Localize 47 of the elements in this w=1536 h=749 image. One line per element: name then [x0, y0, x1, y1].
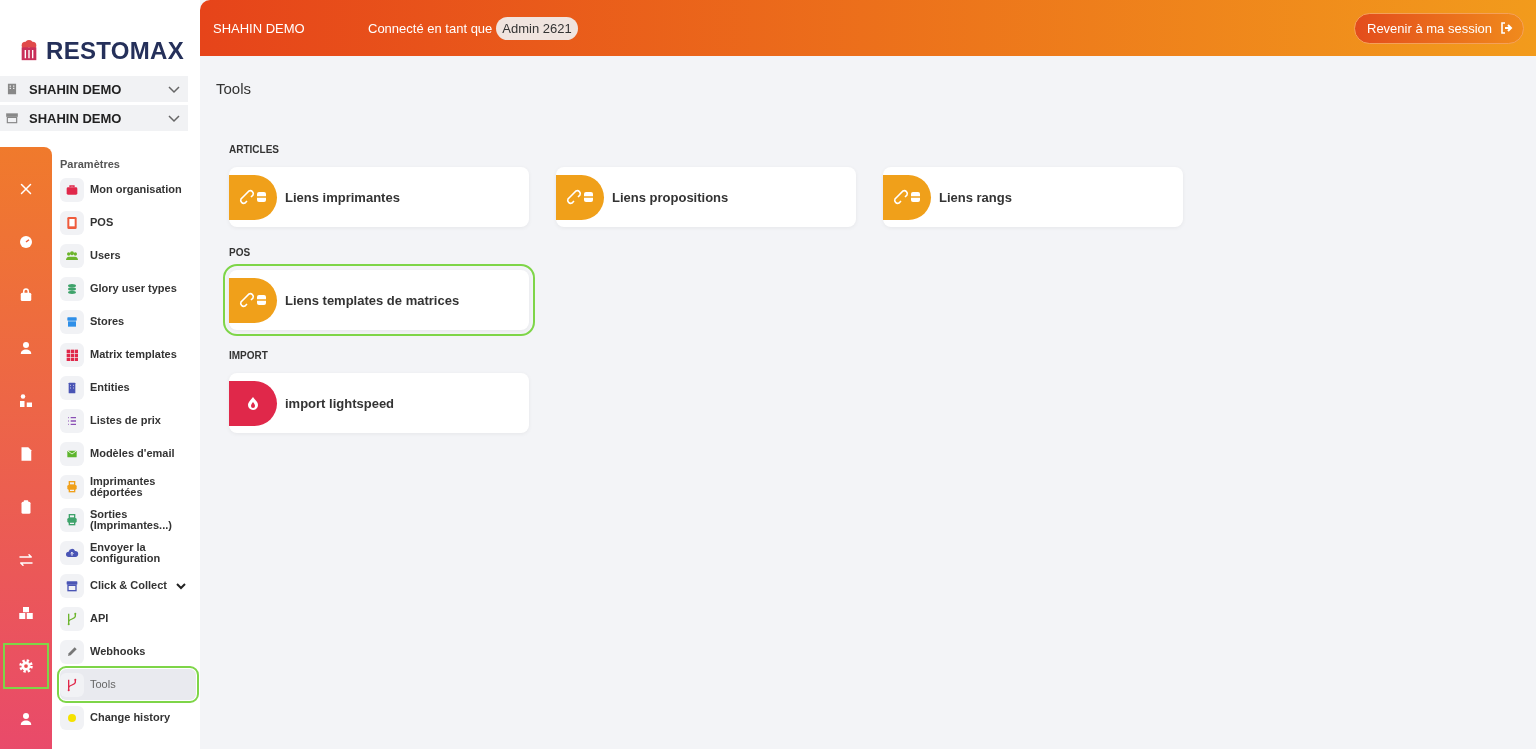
tool-card[interactable]: Liens rangs: [883, 167, 1183, 227]
menu-item[interactable]: Imprimantes déportées: [60, 471, 196, 502]
menu-item[interactable]: Stores: [60, 306, 196, 337]
menu-title: Paramètres: [60, 158, 121, 170]
organization-selector[interactable]: SHAHIN DEMO: [0, 76, 188, 102]
logo-text: RESTOMAX: [46, 37, 184, 65]
menu-item[interactable]: Sorties (Imprimantes...): [60, 504, 196, 535]
menu-item[interactable]: Envoyer la configuration: [60, 537, 196, 568]
organization-name: SHAHIN DEMO: [213, 20, 306, 36]
link-printer-icon: [238, 189, 268, 205]
section-title: IMPORT: [229, 350, 269, 361]
store-icon: [5, 111, 19, 125]
card-label: Liens templates de matrices: [285, 292, 460, 308]
menu-item[interactable]: Listes de prix: [60, 405, 196, 436]
user-badge: Admin 2621: [496, 16, 578, 40]
building-icon: [5, 82, 19, 96]
section-title: POS: [229, 247, 252, 258]
menu-item[interactable]: Users: [60, 240, 196, 271]
menu-item[interactable]: POS: [60, 207, 196, 238]
menu-item[interactable]: Click & Collect: [60, 570, 196, 601]
tool-card[interactable]: import lightspeed: [229, 373, 529, 433]
menu-item[interactable]: Matrix templates: [60, 339, 196, 370]
menu-item[interactable]: Change history: [60, 702, 196, 733]
connected-as-text: Connecté en tant que: [368, 20, 493, 36]
menu-item[interactable]: Mon organisation: [60, 174, 196, 205]
card-label: Liens rangs: [939, 189, 1012, 205]
chevron-down-icon[interactable]: [176, 580, 186, 591]
card-label: Liens propositions: [612, 189, 729, 205]
menu-item[interactable]: Webhooks: [60, 636, 196, 667]
menu-item[interactable]: Entities: [60, 372, 196, 403]
link-printer-icon: [565, 189, 595, 205]
menu-item[interactable]: Tools: [60, 669, 196, 700]
menu-item[interactable]: Modèles d'email: [60, 438, 196, 469]
link-printer-icon: [238, 292, 268, 308]
organization-selector[interactable]: SHAHIN DEMO: [0, 105, 188, 131]
menu-item[interactable]: Glory user types: [60, 273, 196, 304]
tool-card[interactable]: Liens propositions: [556, 167, 856, 227]
page-title: Tools: [216, 80, 253, 97]
card-label: Liens imprimantes: [285, 189, 400, 205]
card-label: import lightspeed: [285, 395, 395, 411]
settings-icon[interactable]: [3, 643, 49, 689]
logout-icon: [1500, 22, 1513, 34]
tool-card[interactable]: Liens imprimantes: [229, 167, 529, 227]
link-printer-icon: [892, 189, 922, 205]
section-title: ARTICLES: [229, 144, 280, 155]
menu-item[interactable]: API: [60, 603, 196, 634]
flame-icon: [247, 396, 259, 410]
